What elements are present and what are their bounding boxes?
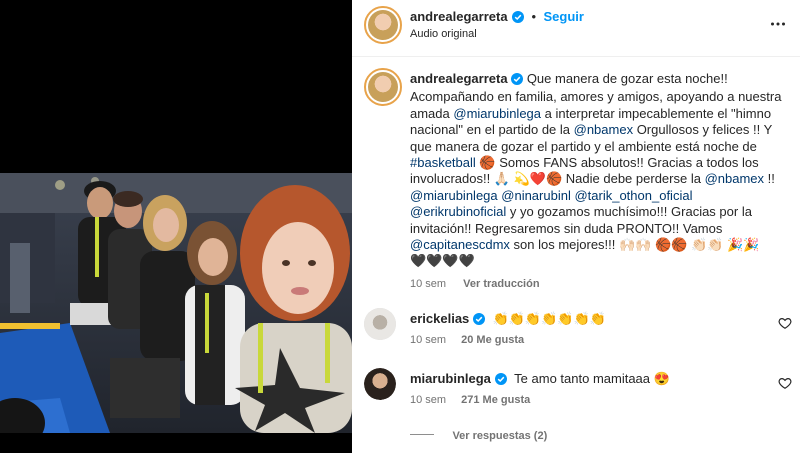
mention-link[interactable]: @miarubinlega xyxy=(453,106,541,121)
caption-username[interactable]: andrealegarreta xyxy=(410,71,508,86)
comment-likes[interactable]: 271 Me gusta xyxy=(461,394,530,406)
mention-link[interactable]: @miarubinlega xyxy=(410,188,498,203)
mention-link[interactable]: @ninarubinl xyxy=(501,188,571,203)
caption-text: 🖤🖤🖤🖤 xyxy=(410,253,475,269)
comment-username[interactable]: erickelias xyxy=(410,311,469,326)
mention-link[interactable]: @nbamex xyxy=(705,171,764,186)
mention-link[interactable]: @capitanescdmx xyxy=(410,237,510,252)
see-translation-button[interactable]: Ver traducción xyxy=(463,278,539,290)
verified-badge-icon xyxy=(511,73,524,89)
caption-timestamp[interactable]: 10 sem xyxy=(410,278,446,290)
comment-avatar[interactable] xyxy=(364,308,396,340)
like-comment-heart-icon[interactable] xyxy=(778,376,792,390)
author-username[interactable]: andrealegarreta xyxy=(410,9,508,24)
replies-divider xyxy=(410,434,434,436)
caption-text: son los mejores!!! 🙌🏻🙌🏻 🏀🏀 👏🏻👏🏻 🎉🎉 xyxy=(509,237,760,253)
verified-badge-icon xyxy=(494,373,507,388)
verified-badge-icon xyxy=(512,10,525,28)
hashtag-link[interactable]: #basketball xyxy=(410,155,476,170)
post-caption: andrealegarreta Que manera de gozar esta… xyxy=(410,71,790,292)
comment-timestamp[interactable]: 10 sem xyxy=(410,334,446,346)
view-replies-button[interactable]: Ver respuestas (2) xyxy=(410,426,547,444)
post-media[interactable] xyxy=(0,0,352,453)
view-replies-label: Ver respuestas (2) xyxy=(452,430,548,442)
author-avatar[interactable] xyxy=(364,6,402,44)
comment-avatar[interactable] xyxy=(364,368,396,400)
caption-text: !! xyxy=(764,171,775,187)
post-viewer: andrealegarreta • Seguir Audio original … xyxy=(0,0,800,453)
follow-button[interactable]: Seguir xyxy=(543,9,583,24)
mention-link[interactable]: @erikrubinoficial xyxy=(410,204,506,219)
audio-label[interactable]: Audio original xyxy=(410,28,477,40)
photo-illustration xyxy=(0,173,352,433)
comment-timestamp[interactable]: 10 sem xyxy=(410,394,446,406)
comment-row: erickelias 👏👏👏👏👏👏👏 xyxy=(410,311,770,328)
comment-likes[interactable]: 20 Me gusta xyxy=(461,334,524,346)
header-separator: • xyxy=(531,9,537,24)
comment-username[interactable]: miarubinlega xyxy=(410,371,491,386)
post-header: andrealegarreta • Seguir Audio original xyxy=(352,0,800,57)
comment-text: 👏👏👏👏👏👏👏 xyxy=(492,311,606,326)
mention-link[interactable]: @tarik_othon_oficial xyxy=(574,188,692,203)
post-photo[interactable] xyxy=(0,173,352,433)
mention-link[interactable]: @nbamex xyxy=(574,122,633,137)
comment-row: miarubinlega Te amo tanto mamitaaa 😍 xyxy=(410,371,770,388)
caption-avatar[interactable] xyxy=(364,68,402,106)
like-comment-heart-icon[interactable] xyxy=(778,316,792,330)
comment-text: Te amo tanto mamitaaa 😍 xyxy=(514,371,670,386)
more-options-icon[interactable] xyxy=(770,16,786,37)
post-side-panel: andrealegarreta • Seguir Audio original … xyxy=(352,0,800,453)
verified-badge-icon xyxy=(472,313,485,328)
